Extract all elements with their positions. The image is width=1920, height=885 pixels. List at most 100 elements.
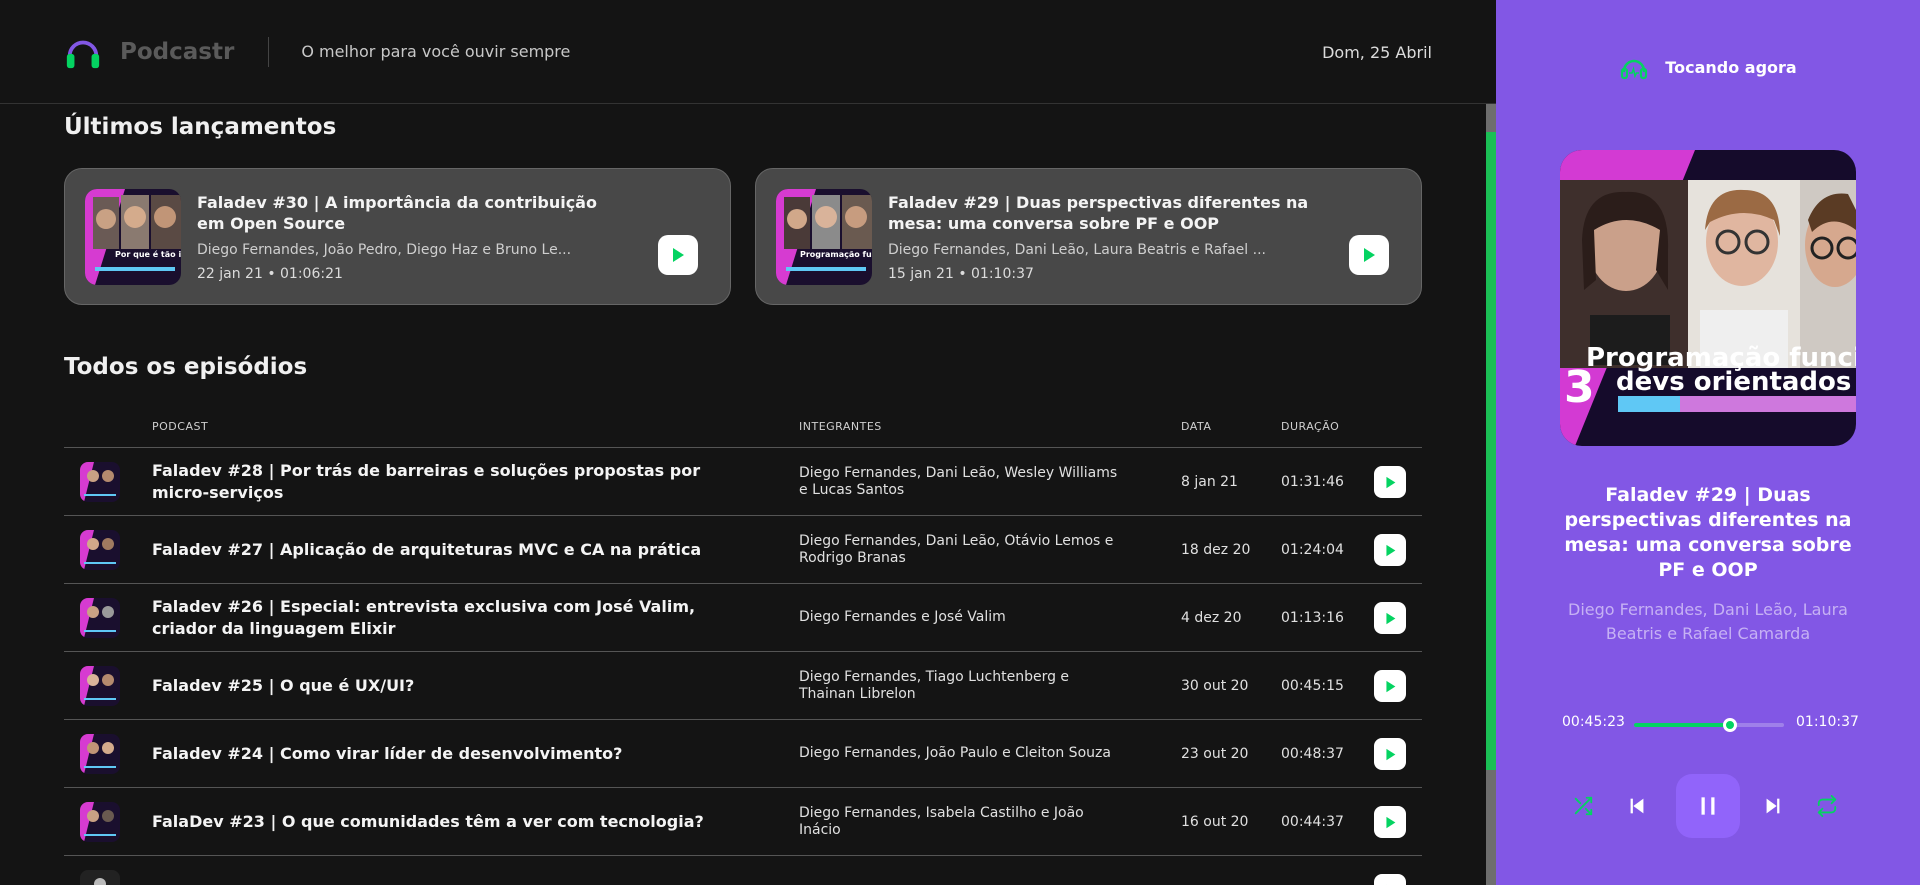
- episodes-table-header: PODCAST INTEGRANTES DATA DURAÇÃO: [64, 420, 1422, 448]
- all-episodes-title: Todos os episódios: [64, 354, 308, 380]
- episode-thumbnail: Por que é tão imp contribuir em Open S: [85, 189, 181, 285]
- play-button[interactable]: [1374, 738, 1406, 770]
- main-content: Podcastr O melhor para você ouvir sempre…: [0, 0, 1496, 885]
- episode-members: Diego Fernandes, João Pedro, Diego Haz e…: [197, 241, 572, 258]
- app: Podcastr O melhor para você ouvir sempre…: [0, 0, 1920, 885]
- episode-thumbnail: [80, 734, 120, 774]
- episode-date: 8 jan 21: [1181, 473, 1238, 490]
- episode-title[interactable]: Faladev #28 | Por trás de barreiras e so…: [152, 448, 762, 515]
- shuffle-icon: [1574, 796, 1593, 816]
- headphones-icon: [66, 40, 100, 68]
- episode-title[interactable]: Faladev #24 | Como virar líder de desenv…: [152, 720, 762, 787]
- episode-thumbnail: [80, 530, 120, 570]
- episode-title[interactable]: Faladev #25 | O que é UX/UI?: [152, 652, 762, 719]
- episode-title[interactable]: Faladev #29 | Duas perspectivas diferent…: [888, 192, 1321, 234]
- logo[interactable]: Podcastr: [64, 33, 234, 71]
- column-duration: DURAÇÃO: [1281, 420, 1340, 433]
- episode-cover: 3 Programação funcion devs orientados a …: [1560, 150, 1856, 446]
- play-icon: [673, 248, 684, 262]
- play-button[interactable]: [1374, 466, 1406, 498]
- headphones-icon: [1621, 59, 1648, 80]
- play-button[interactable]: [1349, 235, 1389, 275]
- play-icon: [1385, 544, 1395, 556]
- episode-meta: 22 jan 21 • 01:06:21: [197, 265, 343, 282]
- table-row: Faladev #27 | Aplicação de arquiteturas …: [64, 516, 1422, 584]
- next-icon: [1766, 798, 1780, 814]
- shuffle-button[interactable]: [1572, 795, 1594, 817]
- thumb-caption: Por que é tão imp contribuir em Open S: [115, 249, 181, 259]
- episode-thumbnail: [80, 666, 120, 706]
- latest-section-title: Últimos lançamentos: [64, 114, 337, 140]
- tagline: O melhor para você ouvir sempre: [301, 42, 571, 61]
- table-row: Faladev #26 | Especial: entrevista exclu…: [64, 584, 1422, 652]
- episode-info: Faladev #30 | A importância da contribui…: [197, 169, 630, 304]
- episode-duration: 01:24:04: [1281, 541, 1344, 558]
- play-button[interactable]: [1374, 806, 1406, 838]
- episode-duration: 01:13:16: [1281, 609, 1344, 626]
- progress-handle[interactable]: [1723, 718, 1738, 732]
- player-episode-members: Diego Fernandes, Dani Leão, Laura Beatri…: [1568, 600, 1848, 643]
- total-time: 01:10:37: [1796, 714, 1859, 730]
- play-icon: [1385, 816, 1395, 828]
- header-divider: [268, 36, 270, 67]
- table-row: Faladev #28 | Por trás de barreiras e so…: [64, 448, 1422, 516]
- episode-members: Diego Fernandes, Dani Leão, Wesley Willi…: [799, 464, 1118, 498]
- play-button[interactable]: [658, 235, 698, 275]
- episode-duration: 01:31:46: [1281, 473, 1344, 490]
- episode-thumbnail: [80, 802, 120, 842]
- current-date: Dom, 25 Abril: [1322, 43, 1432, 62]
- episode-date: 23 out 20: [1181, 745, 1249, 762]
- play-icon: [1385, 748, 1395, 760]
- thumb-caption: Programação funcion devs orientados a o: [800, 250, 872, 259]
- column-members: INTEGRANTES: [799, 420, 882, 433]
- episode-title[interactable]: Faladev #26 | Especial: entrevista exclu…: [152, 584, 762, 651]
- episode-title[interactable]: FalaDev #23 | O que comunidades têm a ve…: [152, 788, 762, 855]
- episode-duration: 00:48:37: [1281, 745, 1344, 762]
- progress-slider[interactable]: [1634, 718, 1784, 732]
- episode-title[interactable]: Faladev #27 | Aplicação de arquiteturas …: [152, 516, 762, 583]
- pause-icon: [1701, 797, 1715, 815]
- play-icon: [1385, 476, 1395, 488]
- episode-thumbnail: Programação funcion devs orientados a o: [776, 189, 872, 285]
- pause-button[interactable]: [1676, 774, 1740, 838]
- progress-fill: [1634, 723, 1731, 727]
- header: Podcastr O melhor para você ouvir sempre…: [0, 0, 1496, 104]
- repeat-button[interactable]: [1816, 795, 1838, 817]
- play-button[interactable]: [1374, 670, 1406, 702]
- app-name: Podcastr: [120, 38, 235, 65]
- episode-members: Diego Fernandes, Dani Leão, Laura Beatri…: [888, 241, 1266, 258]
- previous-button[interactable]: [1626, 795, 1648, 817]
- play-button[interactable]: [1374, 874, 1406, 885]
- next-button[interactable]: [1762, 795, 1784, 817]
- repeat-icon: [1817, 795, 1837, 817]
- episode-duration: 00:44:37: [1281, 813, 1344, 830]
- episode-members: Diego Fernandes e José Valim: [799, 609, 1006, 625]
- cover-caption-line2: devs orientados a o: [1616, 367, 1856, 397]
- play-button[interactable]: [1374, 534, 1406, 566]
- current-time: 00:45:23: [1562, 714, 1625, 730]
- episode-date: 4 dez 20: [1181, 609, 1242, 626]
- player-episode-title: Faladev #29 | Duas perspectivas diferent…: [1564, 484, 1852, 581]
- play-icon: [1364, 248, 1375, 262]
- latest-episode-card[interactable]: Programação funcion devs orientados a o …: [755, 168, 1422, 305]
- episode-thumbnail: [80, 598, 120, 638]
- episode-title[interactable]: Faladev #30 | A importância da contribui…: [197, 192, 630, 234]
- play-icon: [1385, 680, 1395, 692]
- episode-thumbnail: [80, 870, 120, 885]
- latest-episode-card[interactable]: Por que é tão imp contribuir em Open S F…: [64, 168, 731, 305]
- play-button[interactable]: [1374, 602, 1406, 634]
- column-podcast: PODCAST: [152, 420, 209, 433]
- episode-info: Faladev #29 | Duas perspectivas diferent…: [888, 169, 1321, 304]
- table-row: FalaDev #23 | O que comunidades têm a ve…: [64, 788, 1422, 856]
- scrollbar-thumb[interactable]: [1486, 132, 1496, 770]
- episode-meta: 15 jan 21 • 01:10:37: [888, 265, 1034, 282]
- episode-thumbnail: [80, 462, 120, 502]
- table-row: Faladev #24 | Como virar líder de desenv…: [64, 720, 1422, 788]
- previous-icon: [1630, 798, 1644, 814]
- table-row: Faladev #25 | O que é UX/UI? Diego Ferna…: [64, 652, 1422, 720]
- episode-date: 16 out 20: [1181, 813, 1249, 830]
- episode-duration: 00:45:15: [1281, 677, 1344, 694]
- episode-date: 18 dez 20: [1181, 541, 1251, 558]
- now-playing-header: Tocando agora: [1496, 52, 1920, 82]
- now-playing-label: Tocando agora: [1665, 57, 1797, 77]
